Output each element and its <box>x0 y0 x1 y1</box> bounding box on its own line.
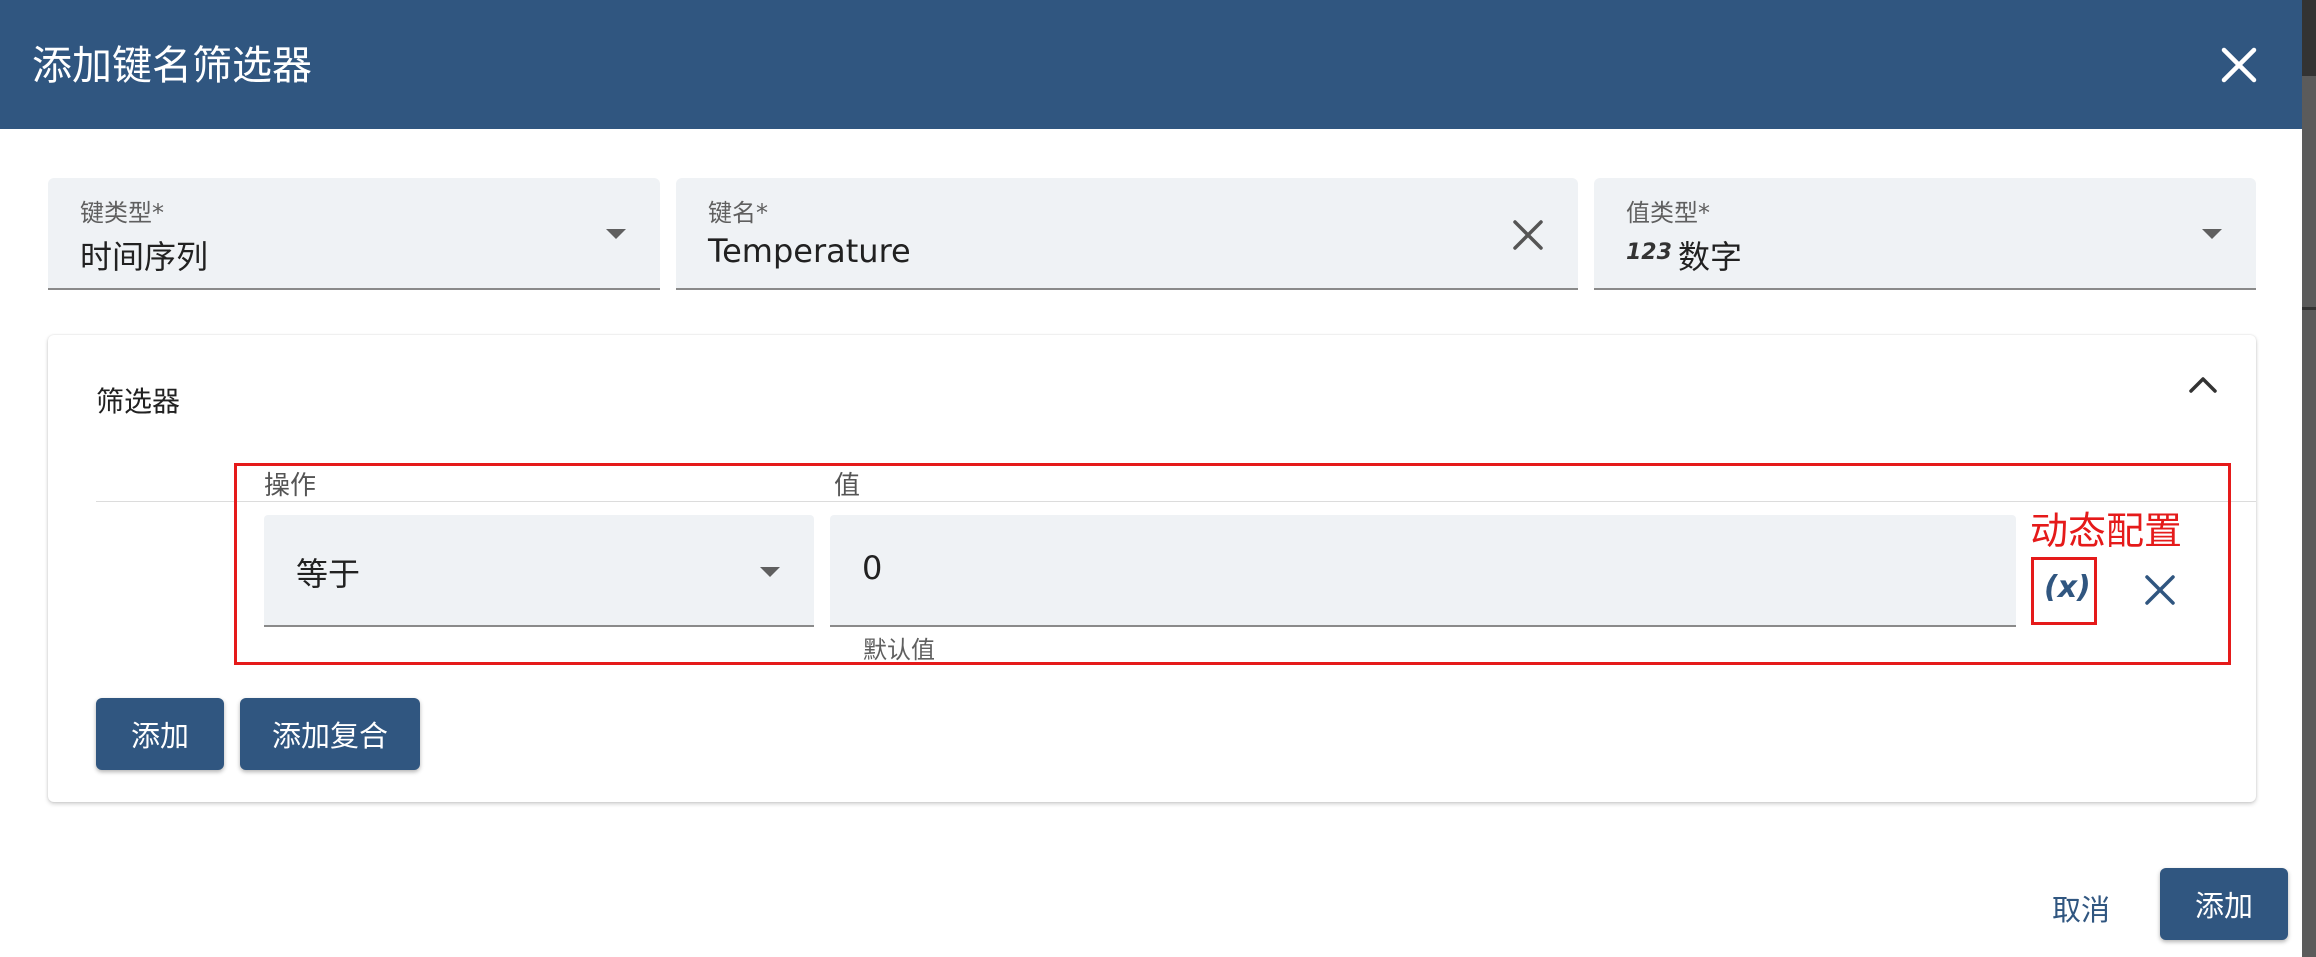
chevron-down-icon <box>2202 229 2222 239</box>
operation-value: 等于 <box>296 555 361 593</box>
filter-value: 0 <box>862 549 883 587</box>
chevron-down-icon <box>606 229 626 239</box>
page-backdrop-top <box>2302 0 2316 76</box>
filter-value-input[interactable]: 0 <box>830 515 2016 627</box>
value-column-label: 值 <box>834 471 861 501</box>
cancel-button[interactable]: 取消 <box>2052 887 2110 929</box>
dialog-header: 添加键名筛选器 <box>0 0 2302 129</box>
numeric-icon: 123 <box>1626 240 1672 265</box>
add-filter-button[interactable]: 添加 <box>96 698 224 770</box>
add-complex-filter-button[interactable]: 添加复合 <box>240 698 420 770</box>
filter-value-hint: 默认值 <box>863 636 935 664</box>
key-type-label: 键类型* <box>80 199 164 227</box>
chevron-up-icon[interactable] <box>2186 373 2220 397</box>
value-type-select[interactable]: 值类型* 123 数字 <box>1594 178 2256 290</box>
value-type-value: 数字 <box>1678 238 1743 276</box>
close-icon[interactable] <box>2220 46 2258 84</box>
page-backdrop <box>2302 0 2316 957</box>
page-backdrop-line <box>2302 307 2316 310</box>
filters-title: 筛选器 <box>96 385 181 418</box>
submit-button[interactable]: 添加 <box>2160 868 2288 940</box>
remove-filter-icon[interactable] <box>2144 574 2176 606</box>
chevron-down-icon <box>760 567 780 577</box>
dialog-title: 添加键名筛选器 <box>32 43 312 89</box>
key-name-input[interactable]: 键名* Temperature <box>676 178 1578 290</box>
clear-icon[interactable] <box>1512 219 1544 251</box>
key-type-select[interactable]: 键类型* 时间序列 <box>48 178 660 290</box>
operation-select[interactable]: 等于 <box>264 515 814 627</box>
key-name-value: Temperature <box>708 232 911 270</box>
value-type-label: 值类型* <box>1626 199 1710 227</box>
key-name-label: 键名* <box>708 199 768 227</box>
dynamic-config-annotation: 动态配置 <box>2030 509 2183 553</box>
operation-column-label: 操作 <box>264 471 317 501</box>
key-type-value: 时间序列 <box>80 238 209 276</box>
dynamic-config-button[interactable]: (x) <box>2044 570 2091 605</box>
